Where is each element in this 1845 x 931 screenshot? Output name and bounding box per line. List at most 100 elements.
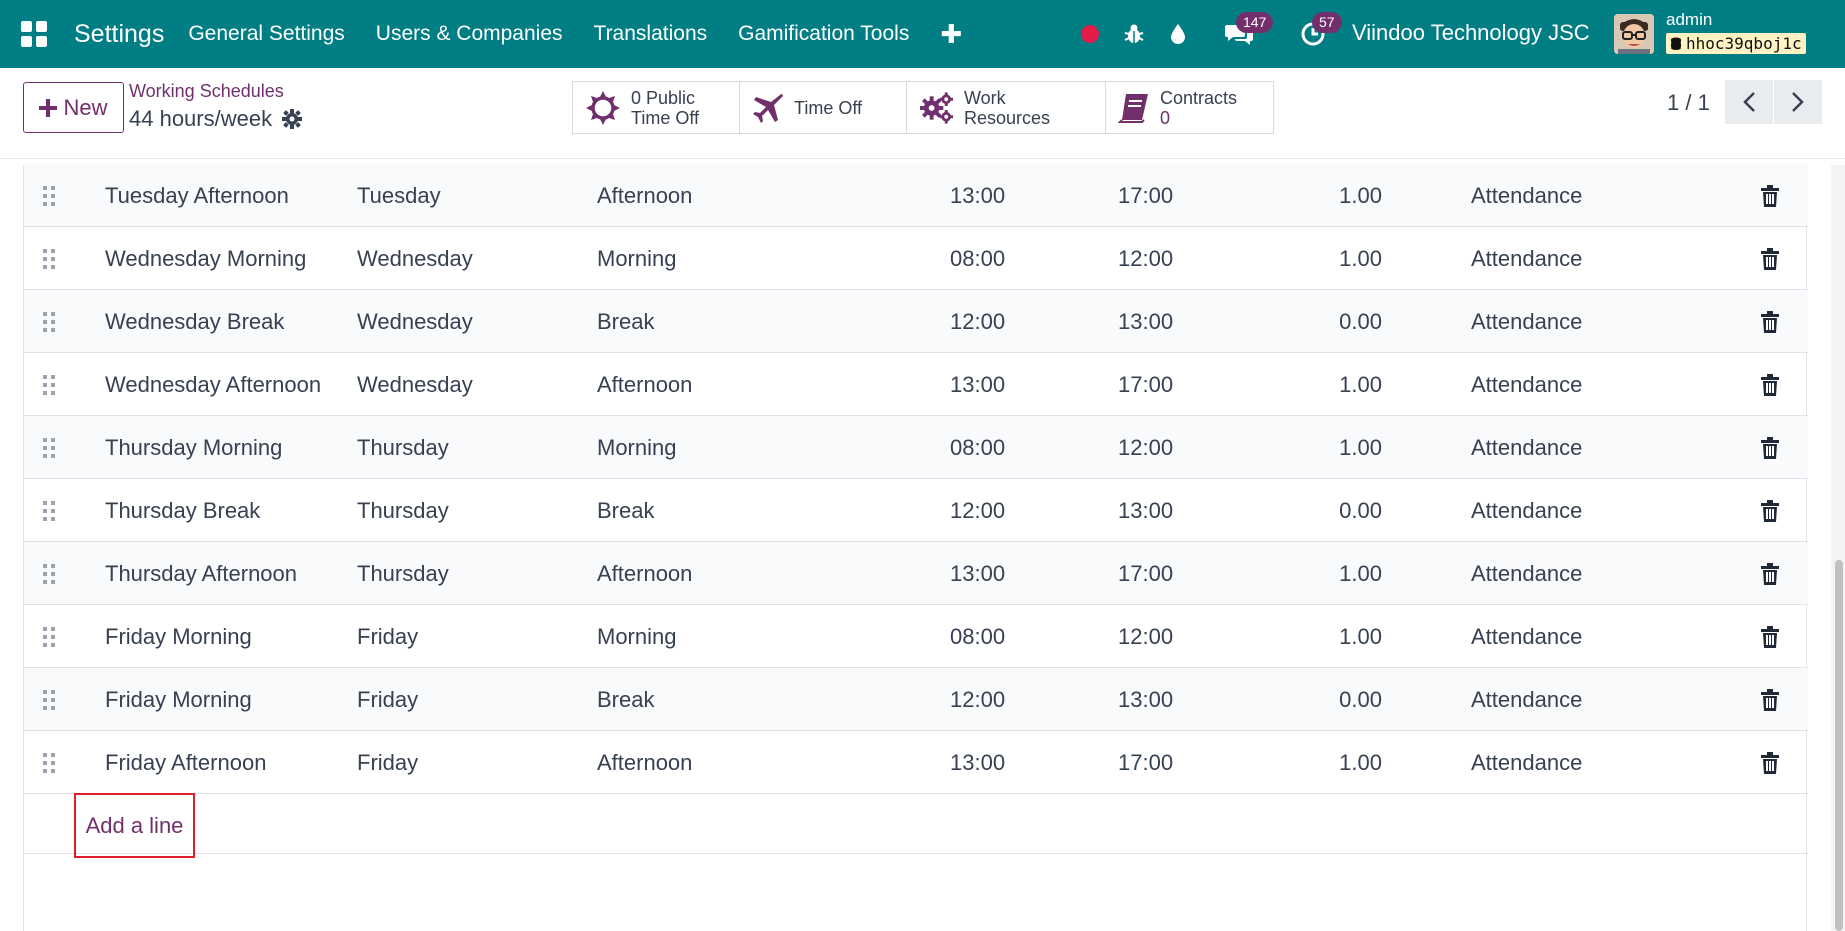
line-work-entry-type[interactable]: Attendance xyxy=(1471,731,1582,794)
line-work-to[interactable]: 17:00 xyxy=(1118,164,1173,227)
new-button[interactable]: New xyxy=(23,82,124,133)
gear-icon[interactable] xyxy=(282,109,303,129)
line-work-from[interactable]: 08:00 xyxy=(950,605,1005,668)
line-day-period[interactable]: Break xyxy=(597,668,654,731)
line-work-entry-type[interactable]: Attendance xyxy=(1471,479,1582,542)
line-day-period[interactable]: Break xyxy=(597,290,654,353)
line-work-entry-type[interactable]: Attendance xyxy=(1471,605,1582,668)
line-duration[interactable]: 1.00 xyxy=(1304,731,1382,794)
menu-users-companies[interactable]: Users & Companies xyxy=(376,22,563,46)
line-work-from[interactable]: 12:00 xyxy=(950,479,1005,542)
line-duration[interactable]: 1.00 xyxy=(1304,542,1382,605)
drag-handle-icon[interactable] xyxy=(42,731,56,794)
line-work-to[interactable]: 13:00 xyxy=(1118,290,1173,353)
drag-handle-icon[interactable] xyxy=(42,668,56,731)
table-row[interactable]: Tuesday Afternoon Tuesday Afternoon 13:00 17… xyxy=(24,164,1808,227)
line-name[interactable]: Friday Morning xyxy=(105,605,252,668)
trash-icon[interactable] xyxy=(1761,605,1779,668)
line-day[interactable]: Wednesday xyxy=(357,227,473,290)
line-name[interactable]: Wednesday Afternoon xyxy=(105,353,321,416)
line-work-entry-type[interactable]: Attendance xyxy=(1471,164,1582,227)
line-duration[interactable]: 1.00 xyxy=(1304,227,1382,290)
drag-handle-icon[interactable] xyxy=(42,479,56,542)
table-row[interactable]: Friday Afternoon Friday Afternoon 13:00 17:0… xyxy=(24,731,1808,794)
activities-icon[interactable]: 57 xyxy=(1278,0,1348,68)
line-day[interactable]: Friday xyxy=(357,605,418,668)
line-work-from[interactable]: 13:00 xyxy=(950,542,1005,605)
public-time-off-button[interactable]: 0 Public Time Off xyxy=(573,82,740,133)
trash-icon[interactable] xyxy=(1761,164,1779,227)
line-work-from[interactable]: 13:00 xyxy=(950,731,1005,794)
drag-handle-icon[interactable] xyxy=(42,353,56,416)
line-work-entry-type[interactable]: Attendance xyxy=(1471,353,1582,416)
contracts-button[interactable]: Contracts 0 xyxy=(1106,82,1273,133)
line-work-to[interactable]: 17:00 xyxy=(1118,542,1173,605)
trash-icon[interactable] xyxy=(1761,542,1779,605)
line-day-period[interactable]: Afternoon xyxy=(597,164,692,227)
pager-value[interactable]: 1 / 1 xyxy=(1667,90,1710,116)
drag-handle-icon[interactable] xyxy=(42,542,56,605)
line-day[interactable]: Thursday xyxy=(357,542,449,605)
line-work-from[interactable]: 08:00 xyxy=(950,227,1005,290)
line-name[interactable]: Thursday Afternoon xyxy=(105,542,297,605)
line-work-from[interactable]: 08:00 xyxy=(950,416,1005,479)
line-duration[interactable]: 1.00 xyxy=(1304,353,1382,416)
line-name[interactable]: Thursday Break xyxy=(105,479,260,542)
line-day-period[interactable]: Afternoon xyxy=(597,731,692,794)
work-resources-button[interactable]: Work Resources xyxy=(907,82,1106,133)
user-menu[interactable]: admin hhoc39qboj1c xyxy=(1666,10,1806,54)
line-day[interactable]: Thursday xyxy=(357,416,449,479)
line-name[interactable]: Friday Morning xyxy=(105,668,252,731)
menu-translations[interactable]: Translations xyxy=(594,22,708,46)
line-name[interactable]: Tuesday Afternoon xyxy=(105,164,289,227)
drag-handle-icon[interactable] xyxy=(42,227,56,290)
table-row[interactable]: Friday Morning Friday Break 12:00 13:00 0.00 A… xyxy=(24,668,1808,731)
drag-handle-icon[interactable] xyxy=(42,164,56,227)
line-duration[interactable]: 0.00 xyxy=(1304,668,1382,731)
line-work-to[interactable]: 17:00 xyxy=(1118,353,1173,416)
line-work-entry-type[interactable]: Attendance xyxy=(1471,227,1582,290)
line-name[interactable]: Wednesday Break xyxy=(105,290,284,353)
drag-handle-icon[interactable] xyxy=(42,290,56,353)
water-drop-icon[interactable] xyxy=(1156,0,1200,68)
menu-gamification-tools[interactable]: Gamification Tools xyxy=(738,22,909,46)
app-title[interactable]: Settings xyxy=(74,20,164,49)
line-work-entry-type[interactable]: Attendance xyxy=(1471,668,1582,731)
line-day[interactable]: Friday xyxy=(357,731,418,794)
line-day[interactable]: Wednesday xyxy=(357,290,473,353)
table-row[interactable]: Thursday Morning Thursday Morning 08:00 12:0… xyxy=(24,416,1808,479)
line-day-period[interactable]: Morning xyxy=(597,416,676,479)
table-row[interactable]: Wednesday Morning Wednesday Morning 08:00 12… xyxy=(24,227,1808,290)
line-work-to[interactable]: 12:00 xyxy=(1118,227,1173,290)
apps-menu-icon[interactable] xyxy=(0,0,68,68)
trash-icon[interactable] xyxy=(1761,290,1779,353)
menu-general-settings[interactable]: General Settings xyxy=(188,22,344,46)
line-day-period[interactable]: Break xyxy=(597,479,654,542)
line-work-to[interactable]: 12:00 xyxy=(1118,605,1173,668)
line-duration[interactable]: 0.00 xyxy=(1304,479,1382,542)
line-work-entry-type[interactable]: Attendance xyxy=(1471,290,1582,353)
company-switcher[interactable]: Viindoo Technology JSC xyxy=(1352,20,1590,46)
line-day-period[interactable]: Morning xyxy=(597,227,676,290)
drag-handle-icon[interactable] xyxy=(42,416,56,479)
line-day-period[interactable]: Afternoon xyxy=(597,353,692,416)
line-duration[interactable]: 1.00 xyxy=(1304,416,1382,479)
pager-previous-button[interactable] xyxy=(1725,80,1773,124)
trash-icon[interactable] xyxy=(1761,731,1779,794)
trash-icon[interactable] xyxy=(1761,416,1779,479)
user-avatar[interactable] xyxy=(1614,14,1654,54)
table-row[interactable]: Thursday Break Thursday Break 12:00 13:00 0.0… xyxy=(24,479,1808,542)
line-work-to[interactable]: 17:00 xyxy=(1118,731,1173,794)
add-a-line-link[interactable]: Add a line xyxy=(74,793,195,858)
line-day[interactable]: Thursday xyxy=(357,479,449,542)
bug-icon[interactable] xyxy=(1112,0,1156,68)
line-day[interactable]: Friday xyxy=(357,668,418,731)
line-day-period[interactable]: Morning xyxy=(597,605,676,668)
table-row[interactable]: Friday Morning Friday Morning 08:00 12:00 1.0… xyxy=(24,605,1808,668)
line-work-to[interactable]: 13:00 xyxy=(1118,668,1173,731)
line-work-from[interactable]: 13:00 xyxy=(950,164,1005,227)
time-off-button[interactable]: Time Off xyxy=(740,82,907,133)
scrollbar-thumb[interactable] xyxy=(1835,560,1843,931)
line-work-from[interactable]: 12:00 xyxy=(950,290,1005,353)
line-work-from[interactable]: 13:00 xyxy=(950,353,1005,416)
